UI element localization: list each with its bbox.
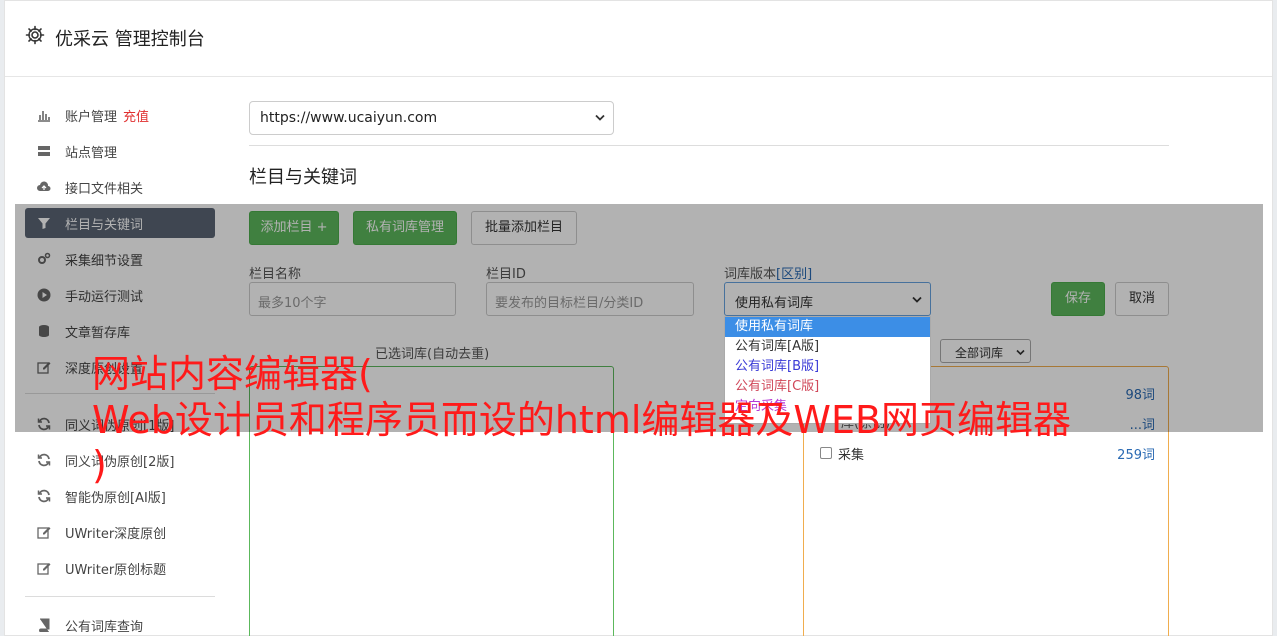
header: 优采云 管理控制台 bbox=[5, 1, 1272, 77]
watermark-line: ) bbox=[92, 443, 107, 488]
dropdown-option[interactable]: 使用私有词库 bbox=[725, 317, 930, 337]
sidebar-item-uwriter-title[interactable]: UWriter原创标题 bbox=[25, 553, 215, 583]
refresh-icon bbox=[37, 489, 51, 503]
chevron-down-icon bbox=[595, 114, 605, 121]
divider bbox=[249, 145, 1169, 146]
sidebar-item-label: UWriter深度原创 bbox=[65, 527, 167, 542]
sidebar-item-interface[interactable]: 接口文件相关 bbox=[25, 172, 215, 202]
server-icon bbox=[38, 146, 50, 156]
sidebar-item-public-lib[interactable]: 公有词库查询 bbox=[25, 610, 215, 636]
watermark-text: 网站内容编辑器( Web设计员和程序员而设的html编辑器及WEB网页编辑器 ) bbox=[92, 352, 1212, 489]
sidebar-item-sites[interactable]: 站点管理 bbox=[25, 136, 215, 166]
sidebar-divider bbox=[25, 596, 215, 597]
edit-icon bbox=[37, 527, 51, 539]
page-title: 优采云 管理控制台 bbox=[55, 29, 205, 50]
site-select-value: https://www.ucaiyun.com bbox=[260, 110, 438, 126]
book-icon bbox=[39, 618, 50, 632]
sidebar-item-label: 账户管理 bbox=[65, 110, 118, 125]
sidebar-item-label: 站点管理 bbox=[65, 146, 118, 161]
sidebar-item-label: UWriter原创标题 bbox=[65, 563, 167, 578]
gear-icon bbox=[25, 25, 45, 45]
sidebar-item-label: 接口文件相关 bbox=[65, 182, 144, 197]
watermark-line: Web设计员和程序员而设的html编辑器及WEB网页编辑器 bbox=[92, 397, 1072, 442]
sidebar-item-uwriter-deep[interactable]: UWriter深度原创 bbox=[25, 517, 215, 547]
section-title: 栏目与关键词 bbox=[249, 167, 357, 188]
refresh-icon bbox=[37, 453, 51, 467]
edit-icon bbox=[37, 563, 51, 575]
watermark-line: 网站内容编辑器( bbox=[92, 352, 373, 396]
sidebar-item-account[interactable]: 账户管理 充值 bbox=[25, 100, 215, 130]
sidebar-item-label: 公有词库查询 bbox=[65, 620, 144, 635]
recharge-link[interactable]: 充值 bbox=[123, 110, 149, 125]
site-select[interactable]: https://www.ucaiyun.com bbox=[249, 101, 614, 135]
sidebar-item-label: 智能伪原创[AI版] bbox=[65, 491, 166, 506]
cloud-upload-icon bbox=[37, 181, 51, 191]
bar-chart-icon bbox=[38, 111, 50, 122]
